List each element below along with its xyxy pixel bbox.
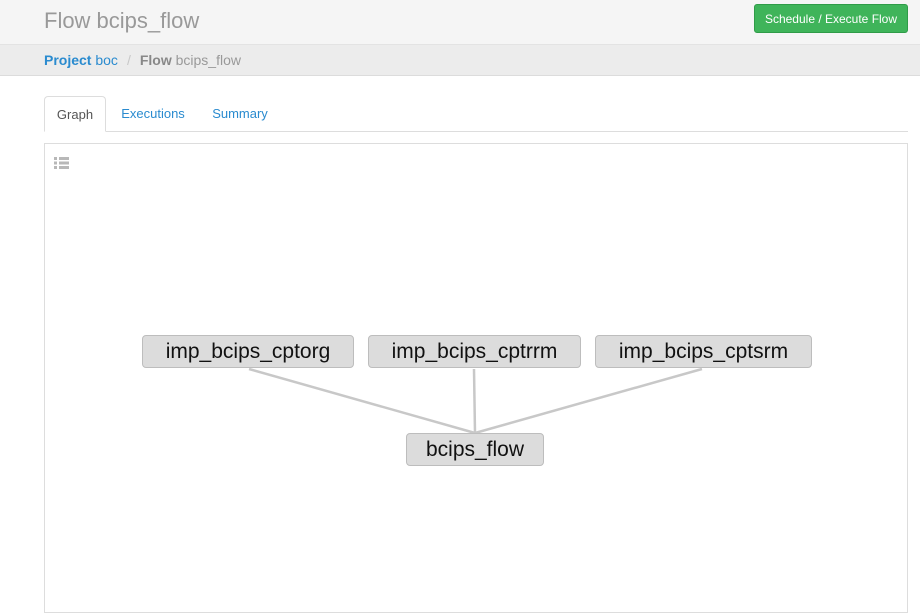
edge-cptsrm-to-flow [474, 367, 703, 435]
breadcrumb-flow-label: Flow [139, 52, 172, 68]
edge-cptrrm-to-flow [472, 368, 477, 434]
breadcrumb: Project boc / Flow bcips_flow [44, 52, 241, 68]
graph-edges [248, 367, 703, 435]
breadcrumb-bar: Project boc / Flow bcips_flow [0, 45, 920, 76]
graph-node[interactable]: imp_bcips_cptsrm [595, 335, 812, 368]
breadcrumb-project-label: Project [44, 52, 92, 68]
graph-panel[interactable]: imp_bcips_cptorg imp_bcips_cptrrm imp_bc… [44, 143, 908, 613]
schedule-execute-flow-button[interactable]: Schedule / Execute Flow [754, 4, 908, 33]
breadcrumb-separator: / [126, 52, 131, 68]
tab-executions[interactable]: Executions [110, 96, 196, 131]
graph-node[interactable]: imp_bcips_cptorg [142, 335, 354, 368]
tab-graph[interactable]: Graph [44, 96, 106, 132]
breadcrumb-flow-name: bcips_flow [175, 52, 241, 68]
tab-summary[interactable]: Summary [202, 96, 278, 131]
breadcrumb-project-link[interactable]: Project boc [44, 52, 118, 68]
graph-node[interactable]: bcips_flow [406, 433, 544, 466]
breadcrumb-project-name: boc [95, 52, 118, 68]
page-header: Flow bcips_flow Schedule / Execute Flow [0, 0, 920, 45]
flow-tabs: Graph Executions Summary [44, 96, 908, 132]
page-title: Flow bcips_flow [44, 8, 200, 33]
edge-cptorg-to-flow [248, 367, 476, 435]
graph-node[interactable]: imp_bcips_cptrrm [368, 335, 581, 368]
breadcrumb-current-flow: Flow bcips_flow [140, 52, 241, 68]
